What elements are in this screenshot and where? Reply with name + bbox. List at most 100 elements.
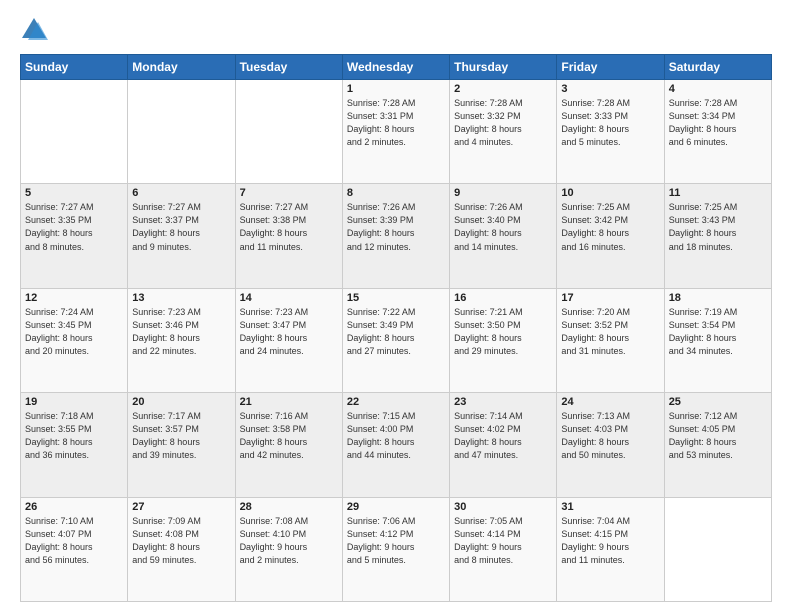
calendar-header: SundayMondayTuesdayWednesdayThursdayFrid… bbox=[21, 55, 772, 80]
day-cell: 2 Sunrise: 7:28 AM Sunset: 3:32 PM Daylig… bbox=[450, 80, 557, 184]
day-info: Sunrise: 7:26 AM Sunset: 3:39 PM Dayligh… bbox=[347, 201, 445, 253]
header bbox=[20, 16, 772, 44]
day-cell bbox=[21, 80, 128, 184]
day-cell: 9 Sunrise: 7:26 AM Sunset: 3:40 PM Daylig… bbox=[450, 184, 557, 288]
day-number: 1 bbox=[347, 83, 445, 95]
day-info: Sunrise: 7:25 AM Sunset: 3:42 PM Dayligh… bbox=[561, 201, 659, 253]
day-cell: 11 Sunrise: 7:25 AM Sunset: 3:43 PM Dayli… bbox=[664, 184, 771, 288]
week-row-3: 12 Sunrise: 7:24 AM Sunset: 3:45 PM Dayli… bbox=[21, 288, 772, 392]
day-number: 30 bbox=[454, 501, 552, 513]
day-info: Sunrise: 7:09 AM Sunset: 4:08 PM Dayligh… bbox=[132, 515, 230, 567]
col-header-thursday: Thursday bbox=[450, 55, 557, 80]
day-info: Sunrise: 7:28 AM Sunset: 3:33 PM Dayligh… bbox=[561, 97, 659, 149]
day-info: Sunrise: 7:25 AM Sunset: 3:43 PM Dayligh… bbox=[669, 201, 767, 253]
day-info: Sunrise: 7:18 AM Sunset: 3:55 PM Dayligh… bbox=[25, 410, 123, 462]
day-cell: 12 Sunrise: 7:24 AM Sunset: 3:45 PM Dayli… bbox=[21, 288, 128, 392]
col-header-friday: Friday bbox=[557, 55, 664, 80]
day-cell: 19Sunrise: 7:18 AM Sunset: 3:55 PM Dayli… bbox=[21, 393, 128, 497]
day-number: 22 bbox=[347, 396, 445, 408]
day-number: 10 bbox=[561, 187, 659, 199]
day-number: 18 bbox=[669, 292, 767, 304]
day-cell: 18 Sunrise: 7:19 AM Sunset: 3:54 PM Dayli… bbox=[664, 288, 771, 392]
day-info: Sunrise: 7:24 AM Sunset: 3:45 PM Dayligh… bbox=[25, 306, 123, 358]
week-row-1: 1 Sunrise: 7:28 AM Sunset: 3:31 PM Daylig… bbox=[21, 80, 772, 184]
day-cell: 26 Sunrise: 7:10 AM Sunset: 4:07 PM Dayli… bbox=[21, 497, 128, 601]
day-number: 8 bbox=[347, 187, 445, 199]
day-cell: 20 Sunrise: 7:17 AM Sunset: 3:57 PM Dayli… bbox=[128, 393, 235, 497]
day-cell: 29Sunrise: 7:06 AM Sunset: 4:12 PM Dayli… bbox=[342, 497, 449, 601]
day-cell: 7Sunrise: 7:27 AM Sunset: 3:38 PM Daylig… bbox=[235, 184, 342, 288]
calendar-body: 1 Sunrise: 7:28 AM Sunset: 3:31 PM Daylig… bbox=[21, 80, 772, 602]
day-cell: 14Sunrise: 7:23 AM Sunset: 3:47 PM Dayli… bbox=[235, 288, 342, 392]
day-cell: 31 Sunrise: 7:04 AM Sunset: 4:15 PM Dayli… bbox=[557, 497, 664, 601]
day-info: Sunrise: 7:06 AM Sunset: 4:12 PM Dayligh… bbox=[347, 515, 445, 567]
day-number: 21 bbox=[240, 396, 338, 408]
day-number: 26 bbox=[25, 501, 123, 513]
day-info: Sunrise: 7:19 AM Sunset: 3:54 PM Dayligh… bbox=[669, 306, 767, 358]
day-cell: 22Sunrise: 7:15 AM Sunset: 4:00 PM Dayli… bbox=[342, 393, 449, 497]
day-number: 4 bbox=[669, 83, 767, 95]
day-number: 13 bbox=[132, 292, 230, 304]
day-info: Sunrise: 7:17 AM Sunset: 3:57 PM Dayligh… bbox=[132, 410, 230, 462]
day-info: Sunrise: 7:28 AM Sunset: 3:34 PM Dayligh… bbox=[669, 97, 767, 149]
day-number: 28 bbox=[240, 501, 338, 513]
day-cell: 27 Sunrise: 7:09 AM Sunset: 4:08 PM Dayli… bbox=[128, 497, 235, 601]
week-row-4: 19Sunrise: 7:18 AM Sunset: 3:55 PM Dayli… bbox=[21, 393, 772, 497]
header-row: SundayMondayTuesdayWednesdayThursdayFrid… bbox=[21, 55, 772, 80]
day-number: 11 bbox=[669, 187, 767, 199]
day-info: Sunrise: 7:21 AM Sunset: 3:50 PM Dayligh… bbox=[454, 306, 552, 358]
day-info: Sunrise: 7:10 AM Sunset: 4:07 PM Dayligh… bbox=[25, 515, 123, 567]
day-number: 16 bbox=[454, 292, 552, 304]
day-number: 23 bbox=[454, 396, 552, 408]
day-number: 7 bbox=[240, 187, 338, 199]
col-header-tuesday: Tuesday bbox=[235, 55, 342, 80]
logo bbox=[20, 16, 52, 44]
day-cell bbox=[235, 80, 342, 184]
day-cell: 24Sunrise: 7:13 AM Sunset: 4:03 PM Dayli… bbox=[557, 393, 664, 497]
day-cell: 30 Sunrise: 7:05 AM Sunset: 4:14 PM Dayli… bbox=[450, 497, 557, 601]
day-cell: 4 Sunrise: 7:28 AM Sunset: 3:34 PM Daylig… bbox=[664, 80, 771, 184]
day-cell: 16 Sunrise: 7:21 AM Sunset: 3:50 PM Dayli… bbox=[450, 288, 557, 392]
day-info: Sunrise: 7:14 AM Sunset: 4:02 PM Dayligh… bbox=[454, 410, 552, 462]
day-number: 12 bbox=[25, 292, 123, 304]
day-number: 20 bbox=[132, 396, 230, 408]
day-number: 27 bbox=[132, 501, 230, 513]
day-cell: 15 Sunrise: 7:22 AM Sunset: 3:49 PM Dayli… bbox=[342, 288, 449, 392]
day-cell: 25Sunrise: 7:12 AM Sunset: 4:05 PM Dayli… bbox=[664, 393, 771, 497]
day-info: Sunrise: 7:05 AM Sunset: 4:14 PM Dayligh… bbox=[454, 515, 552, 567]
day-cell bbox=[128, 80, 235, 184]
col-header-sunday: Sunday bbox=[21, 55, 128, 80]
day-info: Sunrise: 7:26 AM Sunset: 3:40 PM Dayligh… bbox=[454, 201, 552, 253]
day-cell: 17Sunrise: 7:20 AM Sunset: 3:52 PM Dayli… bbox=[557, 288, 664, 392]
page: SundayMondayTuesdayWednesdayThursdayFrid… bbox=[0, 0, 792, 612]
day-number: 15 bbox=[347, 292, 445, 304]
day-info: Sunrise: 7:12 AM Sunset: 4:05 PM Dayligh… bbox=[669, 410, 767, 462]
day-info: Sunrise: 7:27 AM Sunset: 3:37 PM Dayligh… bbox=[132, 201, 230, 253]
day-info: Sunrise: 7:28 AM Sunset: 3:32 PM Dayligh… bbox=[454, 97, 552, 149]
day-info: Sunrise: 7:16 AM Sunset: 3:58 PM Dayligh… bbox=[240, 410, 338, 462]
day-cell bbox=[664, 497, 771, 601]
day-info: Sunrise: 7:23 AM Sunset: 3:47 PM Dayligh… bbox=[240, 306, 338, 358]
week-row-2: 5 Sunrise: 7:27 AM Sunset: 3:35 PM Daylig… bbox=[21, 184, 772, 288]
day-info: Sunrise: 7:08 AM Sunset: 4:10 PM Dayligh… bbox=[240, 515, 338, 567]
day-info: Sunrise: 7:20 AM Sunset: 3:52 PM Dayligh… bbox=[561, 306, 659, 358]
day-info: Sunrise: 7:23 AM Sunset: 3:46 PM Dayligh… bbox=[132, 306, 230, 358]
day-number: 24 bbox=[561, 396, 659, 408]
day-number: 31 bbox=[561, 501, 659, 513]
day-number: 2 bbox=[454, 83, 552, 95]
day-number: 9 bbox=[454, 187, 552, 199]
day-info: Sunrise: 7:28 AM Sunset: 3:31 PM Dayligh… bbox=[347, 97, 445, 149]
day-info: Sunrise: 7:22 AM Sunset: 3:49 PM Dayligh… bbox=[347, 306, 445, 358]
calendar: SundayMondayTuesdayWednesdayThursdayFrid… bbox=[20, 54, 772, 602]
day-number: 3 bbox=[561, 83, 659, 95]
col-header-wednesday: Wednesday bbox=[342, 55, 449, 80]
col-header-saturday: Saturday bbox=[664, 55, 771, 80]
day-info: Sunrise: 7:27 AM Sunset: 3:35 PM Dayligh… bbox=[25, 201, 123, 253]
day-info: Sunrise: 7:04 AM Sunset: 4:15 PM Dayligh… bbox=[561, 515, 659, 567]
day-cell: 23 Sunrise: 7:14 AM Sunset: 4:02 PM Dayli… bbox=[450, 393, 557, 497]
day-number: 5 bbox=[25, 187, 123, 199]
day-cell: 13 Sunrise: 7:23 AM Sunset: 3:46 PM Dayli… bbox=[128, 288, 235, 392]
day-cell: 3 Sunrise: 7:28 AM Sunset: 3:33 PM Daylig… bbox=[557, 80, 664, 184]
day-cell: 28 Sunrise: 7:08 AM Sunset: 4:10 PM Dayli… bbox=[235, 497, 342, 601]
col-header-monday: Monday bbox=[128, 55, 235, 80]
